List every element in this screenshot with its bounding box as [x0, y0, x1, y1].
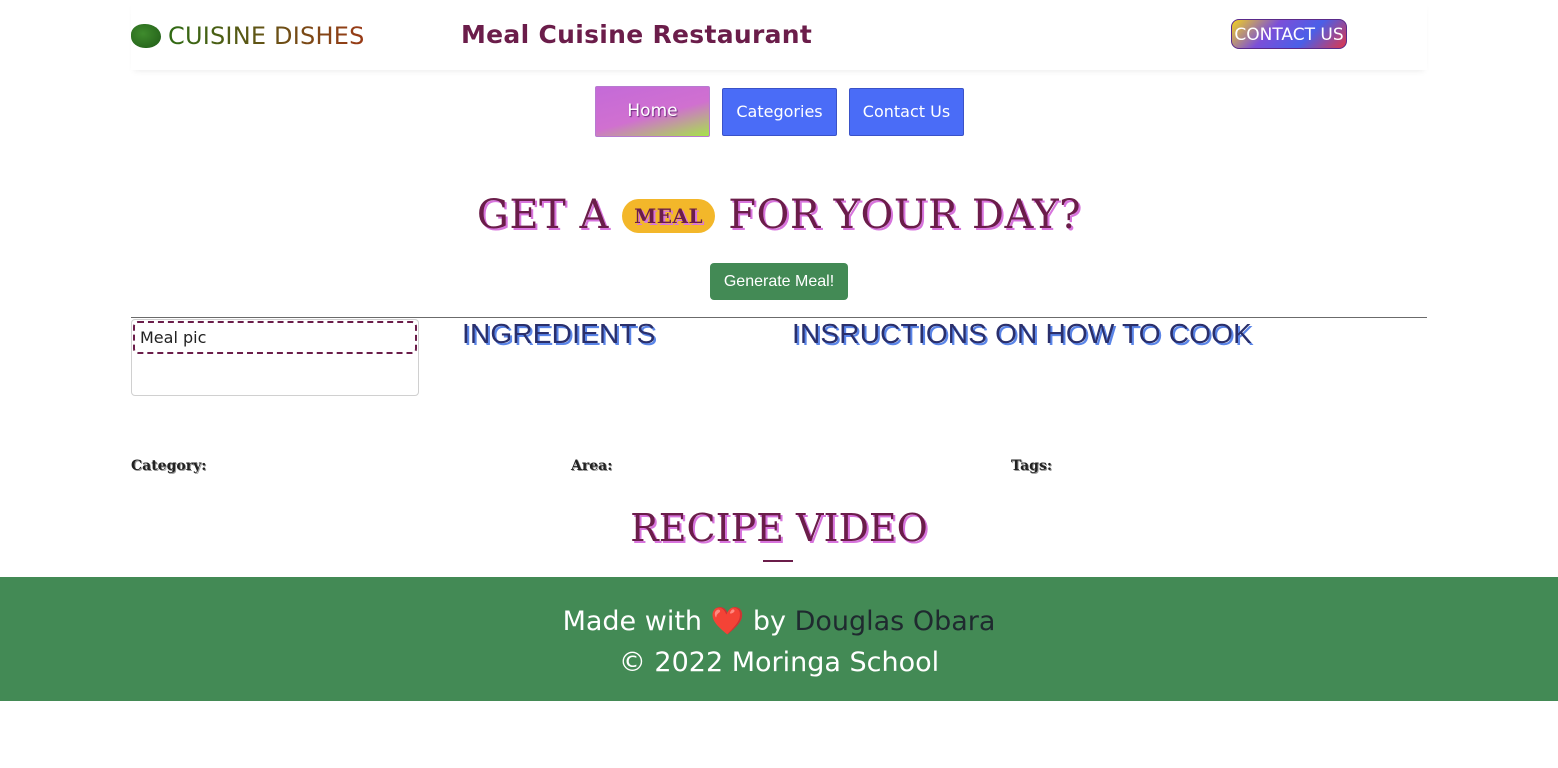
meal-image-card: Meal pic — [131, 319, 419, 396]
footer-credit: Made with ❤️ by Douglas Obara — [0, 605, 1558, 637]
hero-heading: GET A MEAL FOR YOUR DAY? — [0, 192, 1558, 238]
nav-contact-us-button[interactable]: Contact Us — [849, 88, 964, 136]
meal-image: Meal pic — [133, 321, 417, 354]
category-label: Category: — [131, 458, 207, 474]
salad-icon — [131, 24, 161, 48]
made-with-text: Made with — [562, 606, 703, 637]
top-navbar: CUISINE DISHES Meal Cuisine Restaurant C… — [131, 0, 1427, 70]
nav-categories-button[interactable]: Categories — [722, 88, 837, 136]
recipe-video-heading: RECIPE VIDEO — [630, 506, 928, 550]
ingredients-heading: INGREDIENTS — [462, 318, 656, 349]
main-nav: Home Categories Contact Us — [0, 86, 1558, 137]
area-label: Area: — [571, 458, 613, 474]
meal-badge: MEAL — [622, 199, 716, 233]
brand[interactable]: CUISINE DISHES — [131, 21, 365, 51]
author-link[interactable]: Douglas Obara — [795, 606, 996, 637]
copyright: © 2022 Moringa School — [618, 647, 940, 678]
footer: Made with ❤️ by Douglas Obara © 2022 Mor… — [0, 577, 1558, 701]
by-text: by — [752, 606, 786, 637]
contact-us-top-button[interactable]: CONTACT US — [1231, 19, 1347, 49]
hero-text-before: GET A — [476, 192, 609, 238]
site-title: Meal Cuisine Restaurant — [461, 20, 813, 49]
brand-label: CUISINE DISHES — [168, 22, 365, 50]
hero-text-after: FOR YOUR DAY? — [728, 192, 1082, 238]
instructions-heading: INSRUCTIONS ON HOW TO COOK — [792, 318, 1252, 349]
tags-label: Tags: — [1011, 458, 1052, 474]
heading-underline — [763, 560, 793, 562]
generate-meal-button[interactable]: Generate Meal! — [710, 263, 848, 300]
nav-home-button[interactable]: Home — [595, 86, 710, 137]
heart-icon: ❤️ — [710, 606, 745, 637]
